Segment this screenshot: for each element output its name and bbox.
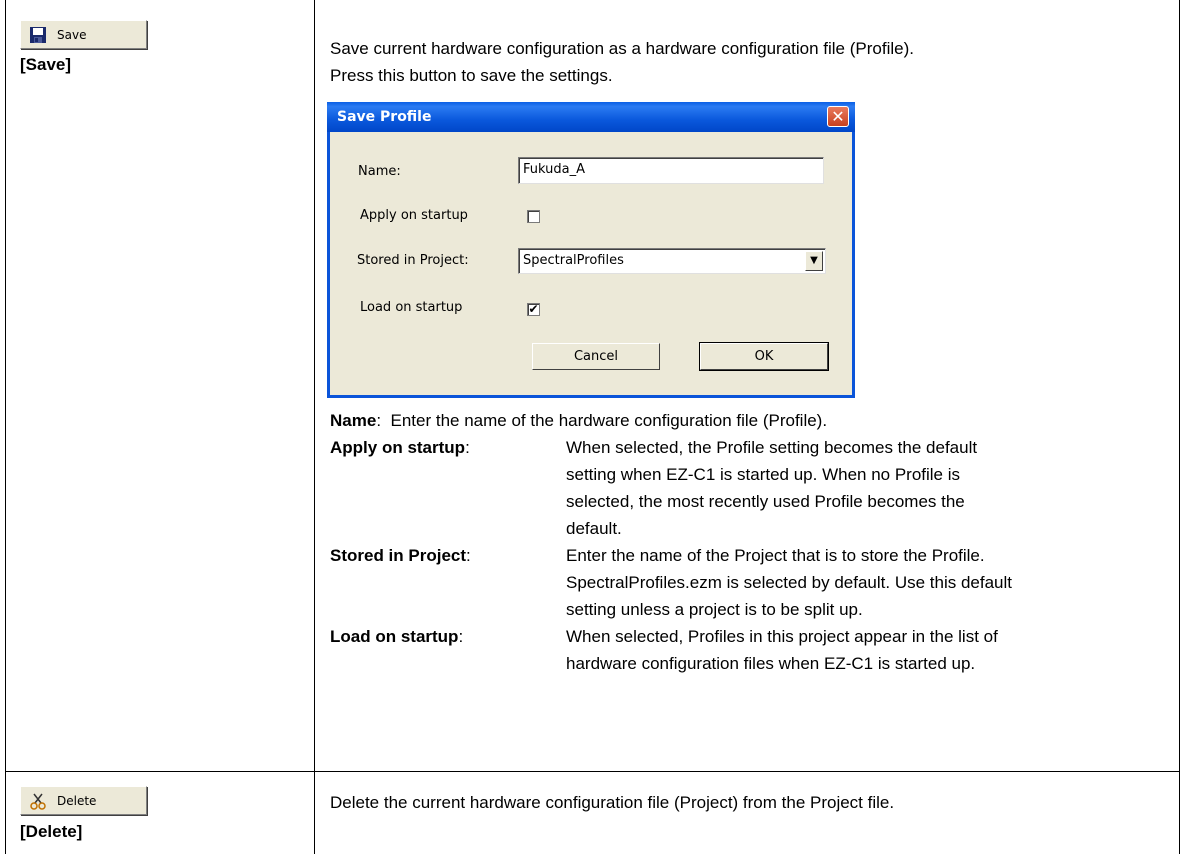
definition-text: default. xyxy=(566,519,622,538)
stored-in-project-label: Stored in Project: xyxy=(357,253,469,268)
definition-text: selected, the most recently used Profile… xyxy=(566,492,965,511)
scissors-icon xyxy=(29,792,47,810)
ok-button[interactable]: OK xyxy=(699,342,829,371)
delete-button-label: Delete xyxy=(57,793,97,808)
definition-term: Stored in Project xyxy=(330,546,467,565)
stored-in-project-value: SpectralProfiles xyxy=(523,253,624,268)
save-button-label: Save xyxy=(57,27,87,42)
definition-term: Load on startup xyxy=(330,627,459,646)
definition-term: Apply on startup xyxy=(330,438,466,457)
load-on-startup-label: Load on startup xyxy=(360,300,463,315)
close-icon[interactable]: ✕ xyxy=(827,106,849,127)
definition-text: When selected, Profiles in this project … xyxy=(566,627,998,646)
definition-text: hardware configuration files when EZ-C1 … xyxy=(566,654,976,673)
definition-separator: : xyxy=(458,627,464,646)
definition-term: Name xyxy=(330,411,377,430)
table-column-divider xyxy=(314,0,315,854)
save-caption: [Save] xyxy=(20,55,72,74)
delete-description: Delete the current hardware configuratio… xyxy=(330,793,895,812)
save-button[interactable]: Save xyxy=(20,20,147,49)
name-label: Name: xyxy=(358,164,401,179)
definition-stored-term: Stored in Project: xyxy=(330,542,471,569)
apply-on-startup-label: Apply on startup xyxy=(360,208,468,223)
definition-load-term: Load on startup: xyxy=(330,623,463,650)
load-on-startup-checkbox[interactable]: ✔ xyxy=(527,303,540,316)
definition-text: setting unless a project is to be split … xyxy=(566,600,863,619)
definition-separator: : xyxy=(465,438,470,457)
name-field[interactable]: Fukuda_A xyxy=(518,157,824,184)
definition-text: SpectralProfiles.ezm is selected by defa… xyxy=(566,573,1012,592)
delete-caption: [Delete] xyxy=(20,822,83,841)
cancel-button[interactable]: Cancel xyxy=(532,343,660,370)
stored-in-project-select[interactable]: SpectralProfiles ▼ xyxy=(518,248,826,274)
definition-name: Name: Enter the name of the hardware con… xyxy=(330,407,827,434)
definition-text: setting when EZ-C1 is started up. When n… xyxy=(566,465,961,484)
definition-text: Enter the name of the hardware configura… xyxy=(390,411,828,430)
table-left-border xyxy=(5,0,6,854)
dialog-titlebar: Save Profile ✕ xyxy=(327,102,855,132)
apply-on-startup-checkbox[interactable] xyxy=(527,210,540,223)
table-row-divider xyxy=(5,771,1180,772)
floppy-disk-icon xyxy=(29,26,47,44)
save-description-line-1: Save current hardware configuration as a… xyxy=(330,39,914,58)
dialog-title: Save Profile xyxy=(337,109,432,125)
definition-text: When selected, the Profile setting becom… xyxy=(566,438,978,457)
save-profile-dialog: Save Profile ✕ Name: Fukuda_A Apply on s… xyxy=(327,102,855,398)
table-right-border xyxy=(1179,0,1180,854)
definition-separator: : xyxy=(376,411,382,430)
definition-text: Enter the name of the Project that is to… xyxy=(566,546,985,565)
save-description-line-2: Press this button to save the settings. xyxy=(330,66,613,85)
definition-apply-term: Apply on startup: xyxy=(330,434,470,461)
delete-button[interactable]: Delete xyxy=(20,786,147,815)
definition-separator: : xyxy=(466,546,471,565)
chevron-down-icon[interactable]: ▼ xyxy=(805,251,823,271)
